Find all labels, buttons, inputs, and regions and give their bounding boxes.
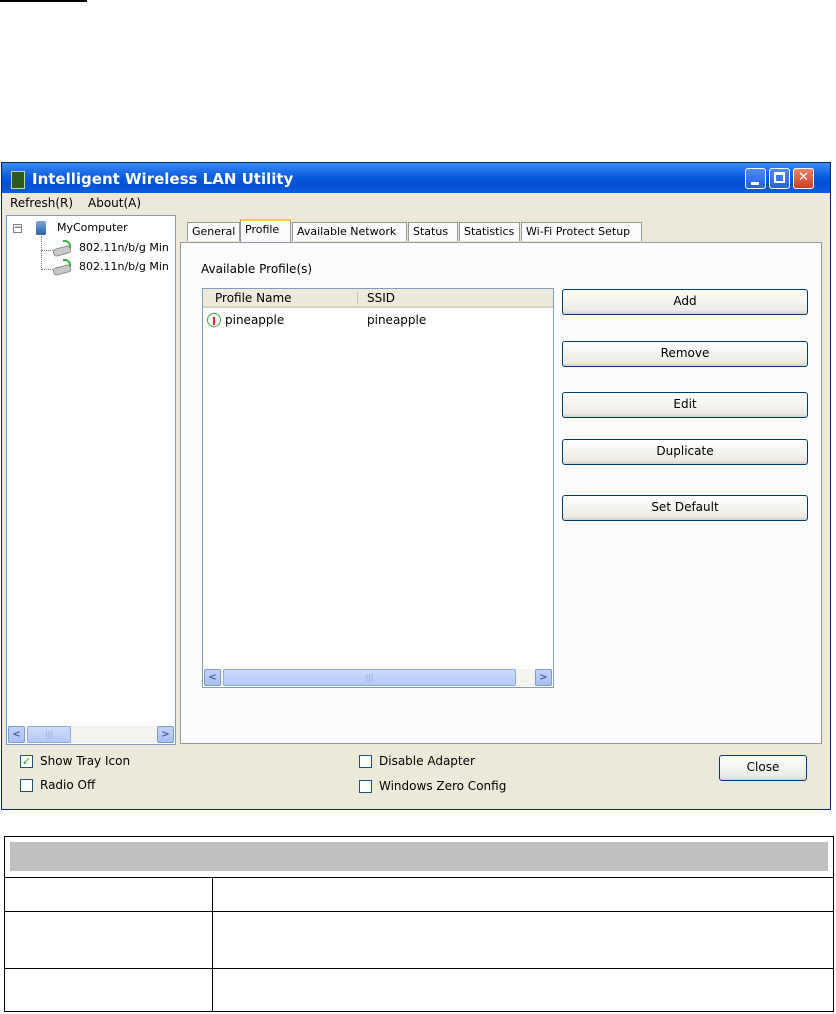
scroll-left-icon[interactable]: < bbox=[204, 669, 221, 686]
remove-button[interactable]: Remove bbox=[562, 341, 808, 367]
tree-item-adapter[interactable]: 802.11n/b/g Min bbox=[79, 260, 169, 273]
window-title: Intelligent Wireless LAN Utility bbox=[32, 170, 294, 188]
list-item[interactable]: pineapple pineapple bbox=[207, 313, 547, 329]
tab-wifi-protect-setup[interactable]: Wi-Fi Protect Setup bbox=[521, 222, 642, 241]
menu-about[interactable]: About(A) bbox=[88, 196, 141, 210]
computer-icon bbox=[36, 221, 46, 235]
adapter-tree: − MyComputer 802.11n/b/g Min 802.11n/b/g… bbox=[6, 215, 176, 745]
column-profile-name[interactable]: Profile Name bbox=[215, 291, 292, 305]
profile-list-header: Profile Name SSID bbox=[203, 289, 553, 308]
tab-status[interactable]: Status bbox=[408, 222, 458, 241]
scroll-right-icon[interactable]: > bbox=[535, 669, 552, 686]
table-column-divider bbox=[212, 877, 213, 1012]
tab-available-network[interactable]: Available Network bbox=[292, 222, 407, 241]
available-profiles-label: Available Profile(s) bbox=[201, 262, 313, 276]
title-bar[interactable]: Intelligent Wireless LAN Utility ✕ bbox=[2, 163, 830, 193]
wireless-adapter-icon bbox=[52, 259, 72, 277]
description-table bbox=[4, 836, 834, 1012]
windows-zero-config-checkbox[interactable] bbox=[359, 780, 372, 793]
scroll-right-icon[interactable]: > bbox=[157, 726, 174, 743]
profile-list-scrollbar[interactable]: < ||| > bbox=[204, 669, 552, 686]
radio-off-label: Radio Off bbox=[40, 778, 96, 792]
minimize-button[interactable] bbox=[745, 168, 766, 189]
duplicate-button[interactable]: Duplicate bbox=[562, 439, 808, 465]
tab-general[interactable]: General bbox=[187, 222, 240, 241]
windows-zero-config-label: Windows Zero Config bbox=[379, 779, 507, 793]
tab-profile[interactable]: Profile bbox=[240, 219, 291, 242]
minimize-icon bbox=[751, 182, 759, 185]
tree-connector bbox=[41, 269, 53, 270]
close-button[interactable]: Close bbox=[719, 755, 807, 781]
tree-scrollbar[interactable]: < ||| > bbox=[8, 726, 174, 743]
app-icon bbox=[11, 171, 25, 189]
table-row-divider bbox=[5, 968, 833, 969]
tree-item-mycomputer[interactable]: MyComputer bbox=[57, 221, 128, 234]
ssid-cell: pineapple bbox=[367, 313, 427, 327]
show-tray-icon-label: Show Tray Icon bbox=[40, 754, 131, 768]
scroll-thumb[interactable]: ||| bbox=[27, 726, 71, 743]
scroll-left-icon[interactable]: < bbox=[8, 726, 25, 743]
column-ssid[interactable]: SSID bbox=[367, 291, 395, 305]
menu-refresh[interactable]: Refresh(R) bbox=[10, 196, 73, 210]
disable-adapter-label: Disable Adapter bbox=[379, 754, 475, 768]
table-row-divider bbox=[5, 877, 833, 878]
radio-off-checkbox[interactable] bbox=[20, 779, 33, 792]
wireless-adapter-icon bbox=[52, 240, 72, 258]
header-rule bbox=[0, 0, 87, 2]
close-icon: ✕ bbox=[798, 170, 809, 185]
tree-connector bbox=[41, 236, 42, 270]
table-row-divider bbox=[5, 911, 833, 912]
maximize-icon bbox=[774, 172, 785, 183]
antenna-icon bbox=[207, 313, 221, 327]
disable-adapter-checkbox[interactable] bbox=[359, 755, 372, 768]
show-tray-icon-checkbox[interactable]: ✓ bbox=[20, 755, 33, 768]
profile-name-cell: pineapple bbox=[225, 313, 285, 327]
tree-connector bbox=[41, 250, 53, 251]
maximize-button[interactable] bbox=[769, 168, 790, 189]
add-button[interactable]: Add bbox=[562, 289, 808, 315]
tree-item-adapter[interactable]: 802.11n/b/g Min bbox=[79, 241, 169, 254]
set-default-button[interactable]: Set Default bbox=[562, 495, 808, 521]
tab-statistics[interactable]: Statistics bbox=[459, 222, 520, 241]
table-header-bar bbox=[10, 842, 828, 871]
menu-bar: Refresh(R) About(A) bbox=[2, 193, 830, 212]
collapse-icon[interactable]: − bbox=[13, 224, 22, 233]
profile-list[interactable]: Profile Name SSID pineapple pineapple < … bbox=[202, 288, 554, 688]
close-window-button[interactable]: ✕ bbox=[793, 168, 814, 189]
scroll-thumb[interactable]: ||| bbox=[223, 669, 516, 686]
column-divider bbox=[357, 292, 358, 305]
edit-button[interactable]: Edit bbox=[562, 392, 808, 418]
